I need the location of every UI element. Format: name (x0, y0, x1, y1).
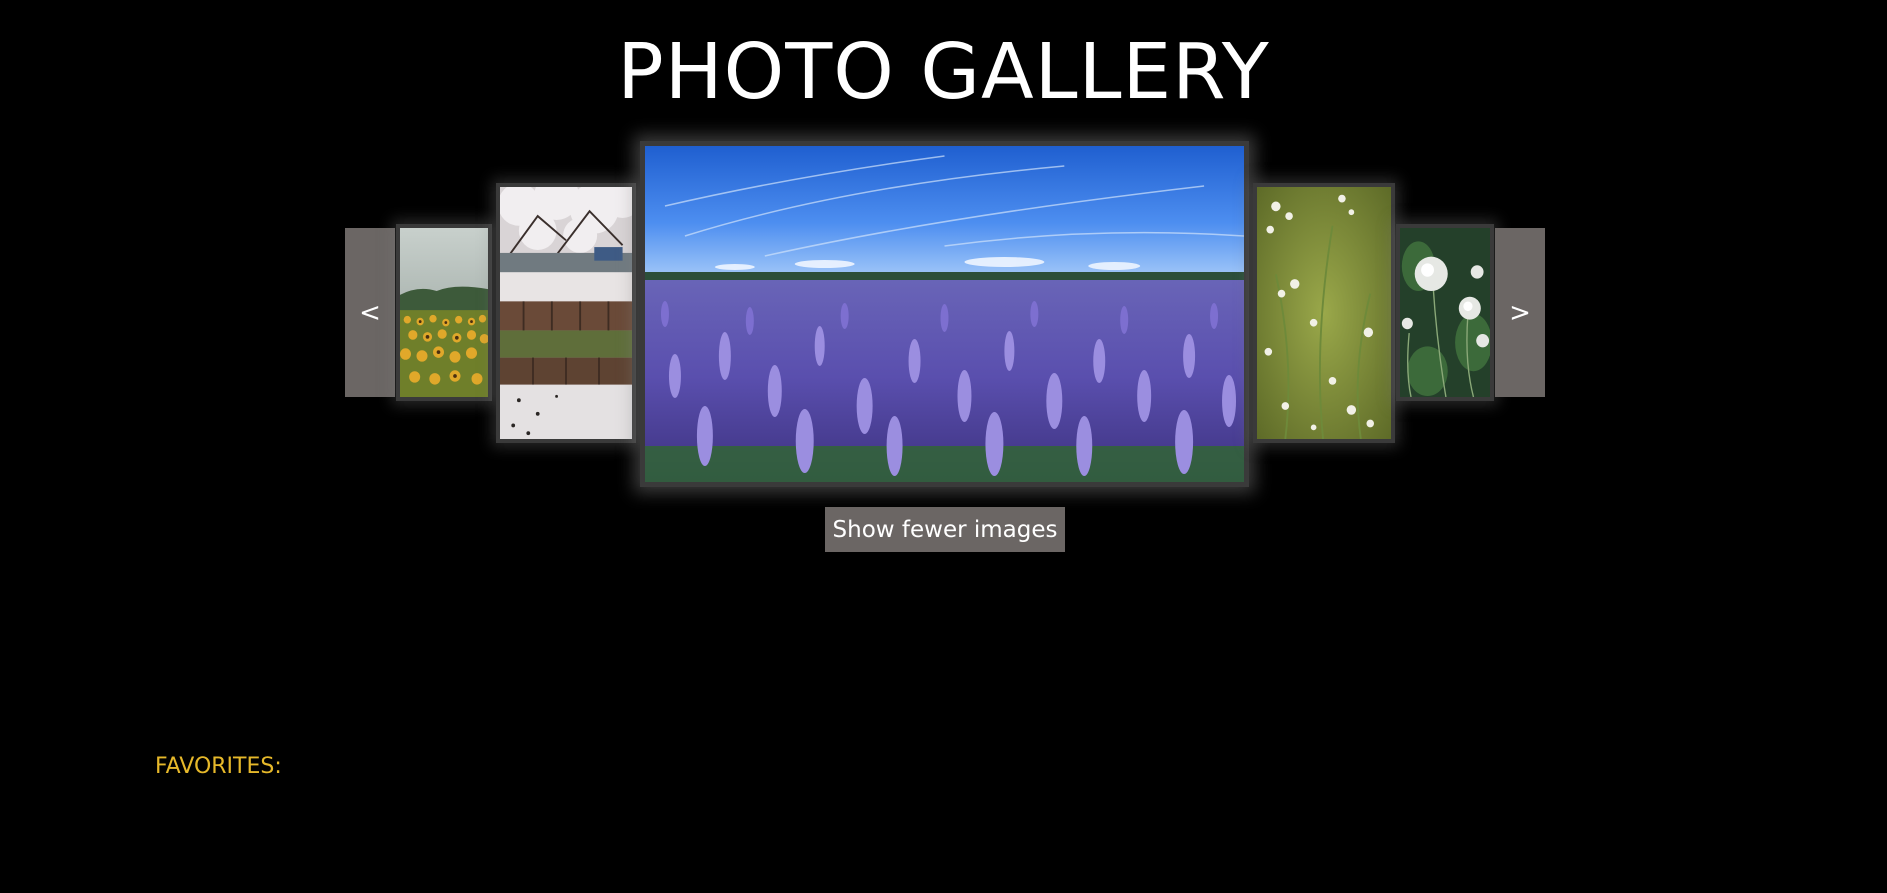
next-button[interactable]: > (1495, 228, 1545, 397)
cherry-blossom-image (500, 187, 632, 439)
lupine-field-image (645, 146, 1244, 482)
gallery-page: PHOTO GALLERY < > Show fewer images FAVO… (0, 0, 1887, 893)
dandelion-image (1400, 228, 1490, 397)
gallery-image-cherry-blossom-path[interactable] (496, 183, 636, 443)
show-fewer-images-button[interactable]: Show fewer images (825, 507, 1065, 552)
gallery-image-sunflower-field[interactable] (396, 224, 492, 401)
gallery-image-lupine-field[interactable] (640, 141, 1249, 487)
sunflower-field-image (400, 228, 488, 397)
white-wildflowers-image (1257, 187, 1391, 439)
previous-button[interactable]: < (345, 228, 395, 397)
favorites-label: FAVORITES: (155, 754, 282, 779)
gallery-image-white-wildflowers[interactable] (1253, 183, 1395, 443)
gallery-image-dandelion-puffs[interactable] (1396, 224, 1494, 401)
page-title: PHOTO GALLERY (617, 28, 1270, 117)
